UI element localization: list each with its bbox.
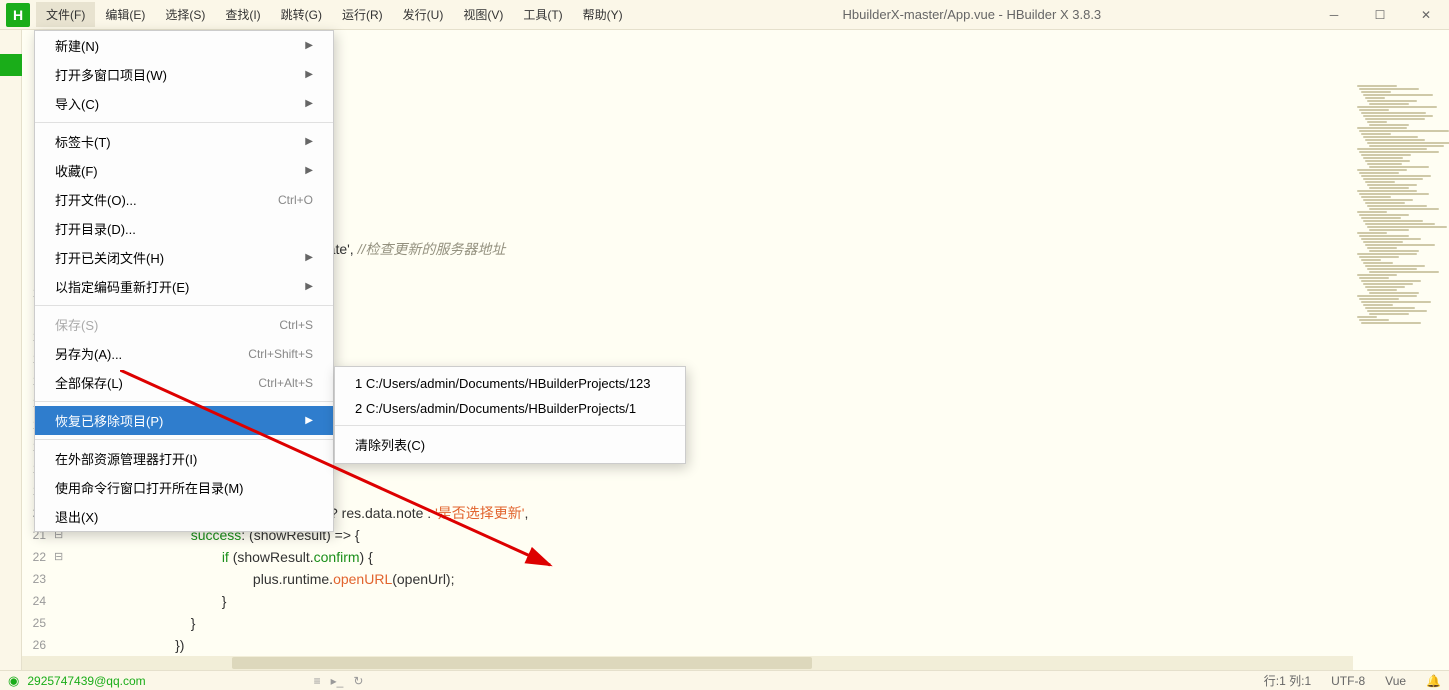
list-icon[interactable]: ≡ xyxy=(314,674,321,688)
menubar: 文件(F)编辑(E)选择(S)查找(I)跳转(G)运行(R)发行(U)视图(V)… xyxy=(36,2,633,27)
file-menu-item-1[interactable]: 打开多窗口项目(W)▶ xyxy=(35,60,333,89)
file-menu-item-8[interactable]: 打开已关闭文件(H)▶ xyxy=(35,243,333,272)
submenu-item-3[interactable]: 清除列表(C) xyxy=(335,430,685,459)
window-title: HbuilderX-master/App.vue - HBuilder X 3.… xyxy=(633,7,1311,22)
menu-8[interactable]: 工具(T) xyxy=(513,2,572,27)
file-menu-item-6[interactable]: 打开文件(O)...Ctrl+O xyxy=(35,185,333,214)
file-menu-item-12[interactable]: 另存为(A)...Ctrl+Shift+S xyxy=(35,339,333,368)
restore-removed-submenu[interactable]: 1 C:/Users/admin/Documents/HBuilderProje… xyxy=(334,366,686,464)
window-controls: ─ ☐ ✕ xyxy=(1311,0,1449,30)
file-menu-item-0[interactable]: 新建(N)▶ xyxy=(35,31,333,60)
menu-4[interactable]: 跳转(G) xyxy=(271,2,332,27)
notification-icon[interactable]: 🔔 xyxy=(1426,674,1441,688)
menu-9[interactable]: 帮助(Y) xyxy=(573,2,633,27)
maximize-button[interactable]: ☐ xyxy=(1357,0,1403,30)
status-email[interactable]: 2925747439@qq.com xyxy=(27,674,145,688)
file-menu-dropdown[interactable]: 新建(N)▶打开多窗口项目(W)▶导入(C)▶ 标签卡(T)▶收藏(F)▶打开文件… xyxy=(34,30,334,532)
status-encoding[interactable]: UTF-8 xyxy=(1331,674,1365,688)
file-menu-item-18[interactable]: 使用命令行窗口打开所在目录(M) xyxy=(35,473,333,502)
menu-1[interactable]: 编辑(E) xyxy=(95,2,155,27)
menu-7[interactable]: 视图(V) xyxy=(453,2,513,27)
file-menu-item-4[interactable]: 标签卡(T)▶ xyxy=(35,127,333,156)
menu-6[interactable]: 发行(U) xyxy=(393,2,454,27)
sidebar-tab-active[interactable] xyxy=(0,54,22,76)
file-menu-item-5[interactable]: 收藏(F)▶ xyxy=(35,156,333,185)
titlebar: H 文件(F)编辑(E)选择(S)查找(I)跳转(G)运行(R)发行(U)视图(… xyxy=(0,0,1449,30)
menu-0[interactable]: 文件(F) xyxy=(36,2,95,27)
file-menu-item-7[interactable]: 打开目录(D)... xyxy=(35,214,333,243)
submenu-item-0[interactable]: 1 C:/Users/admin/Documents/HBuilderProje… xyxy=(335,371,685,396)
menu-2[interactable]: 选择(S) xyxy=(155,2,215,27)
sync-icon[interactable]: ↻ xyxy=(353,674,363,688)
submenu-item-1[interactable]: 2 C:/Users/admin/Documents/HBuilderProje… xyxy=(335,396,685,421)
file-menu-item-19[interactable]: 退出(X) xyxy=(35,502,333,531)
close-button[interactable]: ✕ xyxy=(1403,0,1449,30)
horizontal-scrollbar[interactable] xyxy=(22,656,1353,670)
app-icon: H xyxy=(6,3,30,27)
file-menu-item-2[interactable]: 导入(C)▶ xyxy=(35,89,333,118)
file-menu-item-9[interactable]: 以指定编码重新打开(E)▶ xyxy=(35,272,333,301)
file-menu-item-17[interactable]: 在外部资源管理器打开(I) xyxy=(35,444,333,473)
status-lang[interactable]: Vue xyxy=(1385,674,1406,688)
menu-5[interactable]: 运行(R) xyxy=(332,2,393,27)
horizontal-scroll-thumb[interactable] xyxy=(232,657,812,669)
minimize-button[interactable]: ─ xyxy=(1311,0,1357,30)
minimap[interactable] xyxy=(1353,30,1449,670)
menu-3[interactable]: 查找(I) xyxy=(215,2,270,27)
status-rowcol[interactable]: 行:1 列:1 xyxy=(1264,672,1311,689)
terminal-icon[interactable]: ▸_ xyxy=(331,674,344,688)
user-icon: ◉ xyxy=(8,673,19,689)
statusbar: ◉ 2925747439@qq.com ≡ ▸_ ↻ 行:1 列:1 UTF-8… xyxy=(0,670,1449,690)
left-sidebar xyxy=(0,30,22,670)
file-menu-item-15[interactable]: 恢复已移除项目(P)▶ xyxy=(35,406,333,435)
file-menu-item-13[interactable]: 全部保存(L)Ctrl+Alt+S xyxy=(35,368,333,397)
file-menu-item-11[interactable]: 保存(S)Ctrl+S xyxy=(35,310,333,339)
